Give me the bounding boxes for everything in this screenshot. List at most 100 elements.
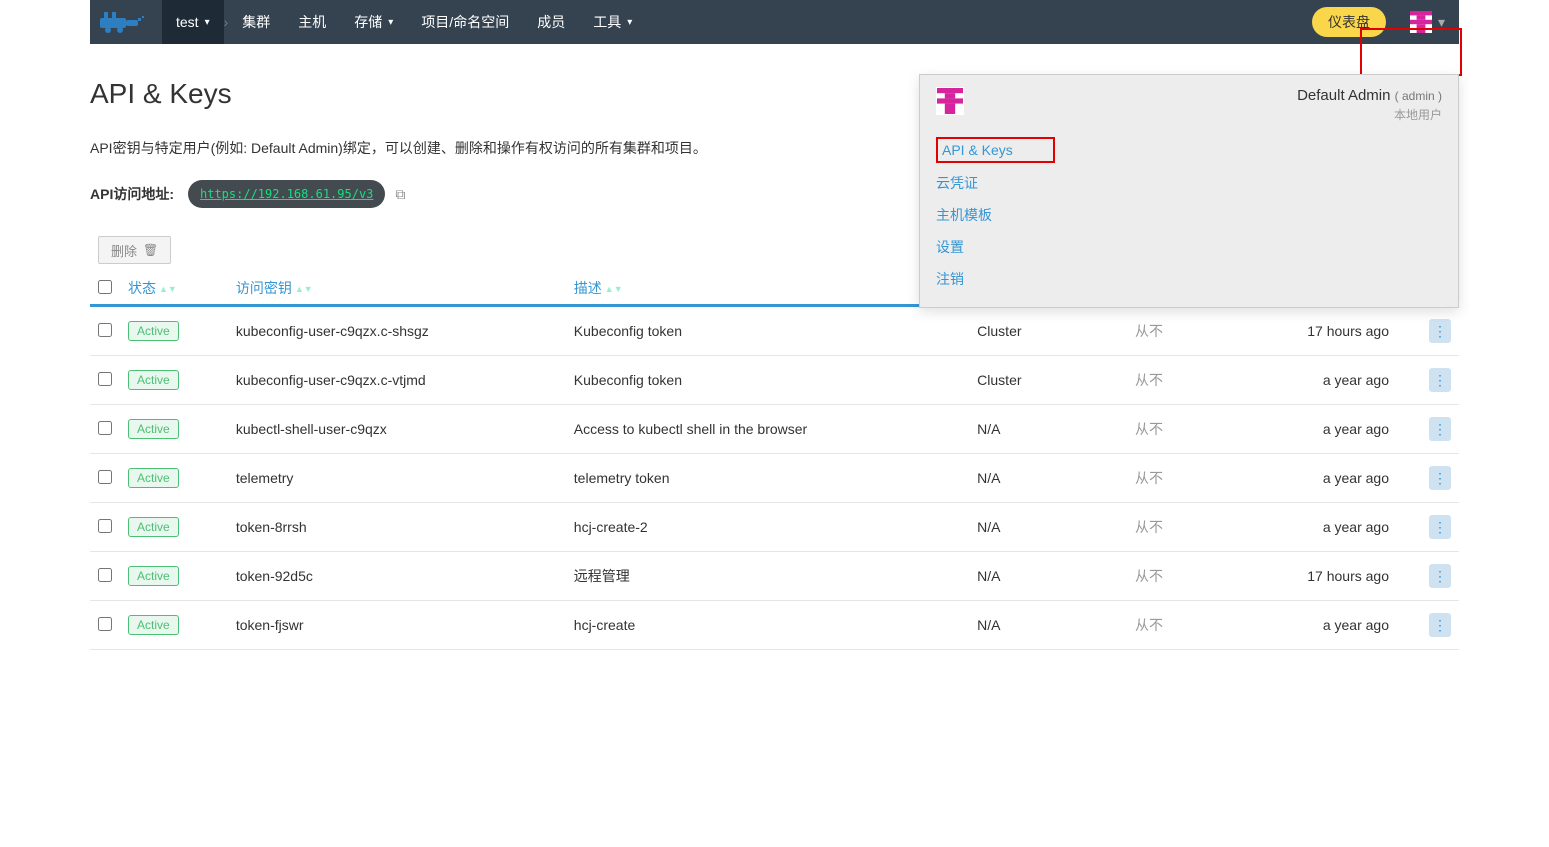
table-row: Activekubectl-shell-user-c9qzxAccess to … [90, 405, 1459, 454]
table-row: Activetoken-8rrshhcj-create-2N/A从不a year… [90, 503, 1459, 552]
table-row: Activetelemetrytelemetry tokenN/A从不a yea… [90, 454, 1459, 503]
chevron-down-icon: ▾ [205, 17, 210, 28]
dashboard-label: 仪表盘 [1328, 12, 1370, 32]
cell-created: a year ago [1224, 356, 1421, 405]
delete-label: 删除 [111, 241, 137, 260]
status-badge: Active [128, 419, 179, 439]
cell-description: telemetry token [566, 454, 969, 503]
row-checkbox[interactable] [98, 323, 112, 337]
row-actions-button[interactable]: ⋮ [1429, 613, 1451, 637]
cell-created: a year ago [1224, 503, 1421, 552]
nav-cluster[interactable]: 集群 [228, 0, 284, 44]
col-access-key[interactable]: 访问密钥▲▼ [228, 270, 566, 306]
delete-button[interactable]: 删除 🗑 [98, 236, 171, 264]
cell-access-key: telemetry [228, 454, 566, 503]
cell-expires: 从不 [1074, 306, 1224, 356]
cell-created: a year ago [1224, 454, 1421, 503]
row-checkbox[interactable] [98, 617, 112, 631]
row-checkbox[interactable] [98, 421, 112, 435]
user-dropdown: Default Admin ( admin ) 本地用户 API & Keys … [919, 74, 1459, 308]
nav-storage[interactable]: 存储 ▾ [340, 0, 407, 44]
status-badge: Active [128, 468, 179, 488]
menu-settings[interactable]: 设置 [936, 231, 1442, 263]
avatar [1410, 11, 1432, 33]
menu-cloud-credentials[interactable]: 云凭证 [936, 167, 1442, 199]
row-actions-button[interactable]: ⋮ [1429, 417, 1451, 441]
dashboard-button[interactable]: 仪表盘 [1312, 7, 1386, 37]
avatar-icon [1410, 11, 1432, 33]
top-nav: test▾ › 集群 主机 存储▾ 项目/命名空间 成员 工具▾ 仪表盘 ▾ [90, 0, 1459, 44]
row-checkbox[interactable] [98, 372, 112, 386]
user-type: 本地用户 [1297, 106, 1442, 123]
cell-created: a year ago [1224, 405, 1421, 454]
cell-description: Kubeconfig token [566, 306, 969, 356]
nav-host[interactable]: 主机 [284, 0, 340, 44]
status-badge: Active [128, 370, 179, 390]
status-badge: Active [128, 321, 179, 341]
dropdown-username: Default Admin ( admin ) [1297, 87, 1442, 104]
nav-host-label: 主机 [298, 12, 326, 32]
nav-cluster-selector[interactable]: test ▾ [162, 0, 224, 44]
nav-test-label: test [176, 14, 199, 30]
nav-members[interactable]: 成员 [523, 0, 579, 44]
api-url[interactable]: https://192.168.61.95/v3 [188, 180, 385, 208]
cell-description: hcj-create [566, 601, 969, 650]
row-actions-button[interactable]: ⋮ [1429, 564, 1451, 588]
table-row: Active kubeconfig-user-c9qzx.c-shsgzKubec… [90, 306, 1459, 356]
cell-expires: 从不 [1074, 356, 1224, 405]
table-row: Activetoken-92d5c远程管理N/A从不17 hours ago⋮ [90, 552, 1459, 601]
cell-scope: N/A [969, 601, 1074, 650]
cell-access-key: kubeconfig-user-c9qzx.c-shsgz [228, 306, 566, 356]
row-actions-button[interactable]: ⋮ [1429, 466, 1451, 490]
cell-scope: N/A [969, 454, 1074, 503]
cell-access-key: token-fjswr [228, 601, 566, 650]
sort-icon: ▲▼ [159, 286, 177, 292]
cell-expires: 从不 [1074, 552, 1224, 601]
nav-storage-label: 存储 [354, 12, 382, 32]
cell-expires: 从不 [1074, 601, 1224, 650]
row-actions-button[interactable]: ⋮ [1429, 515, 1451, 539]
dropdown-links: API & Keys 云凭证 主机模板 设置 注销 [920, 133, 1458, 307]
user-menu-toggle[interactable]: ▾ [1396, 0, 1459, 44]
copy-icon[interactable]: ⧉ [395, 186, 405, 203]
nav-project-namespace[interactable]: 项目/命名空间 [407, 0, 523, 44]
chevron-down-icon: ▾ [627, 17, 632, 28]
cell-description: Kubeconfig token [566, 356, 969, 405]
api-keys-table: 状态▲▼ 访问密钥▲▼ 描述▲▼ 范围▲▼ 过期时间▲▼ 创建时间▲▼ Acti… [90, 270, 1459, 650]
nav-tools[interactable]: 工具▾ [579, 0, 646, 44]
menu-node-templates[interactable]: 主机模板 [936, 199, 1442, 231]
status-badge: Active [128, 615, 179, 635]
col-access-key-label: 访问密钥 [236, 280, 292, 296]
col-description[interactable]: 描述▲▼ [566, 270, 969, 306]
cell-expires: 从不 [1074, 503, 1224, 552]
cell-description: hcj-create-2 [566, 503, 969, 552]
col-select-all [90, 270, 120, 306]
cell-description: 远程管理 [566, 552, 969, 601]
menu-logout[interactable]: 注销 [936, 263, 1442, 295]
api-address-label: API访问地址: [90, 184, 174, 204]
sort-icon: ▲▼ [295, 286, 313, 292]
col-status[interactable]: 状态▲▼ [120, 270, 228, 306]
select-all-checkbox[interactable] [98, 280, 112, 294]
row-actions-button[interactable]: ⋮ [1429, 368, 1451, 392]
menu-api-keys[interactable]: API & Keys [936, 137, 1055, 163]
user-login-name: ( admin ) [1395, 89, 1442, 103]
col-description-label: 描述 [574, 280, 602, 296]
dropdown-header: Default Admin ( admin ) 本地用户 [920, 75, 1458, 133]
status-badge: Active [128, 566, 179, 586]
cell-access-key: kubectl-shell-user-c9qzx [228, 405, 566, 454]
dropdown-avatar [936, 87, 964, 115]
chevron-down-icon: ▾ [388, 17, 393, 28]
row-actions-button[interactable]: ⋮ [1429, 319, 1451, 343]
row-checkbox[interactable] [98, 470, 112, 484]
trash-icon: 🗑 [143, 243, 158, 257]
logo[interactable] [90, 8, 162, 36]
col-status-label: 状态 [128, 280, 156, 296]
rancher-logo-icon [98, 8, 154, 36]
row-checkbox[interactable] [98, 568, 112, 582]
row-checkbox[interactable] [98, 519, 112, 533]
cell-scope: Cluster [969, 356, 1074, 405]
chevron-down-icon: ▾ [1438, 14, 1445, 31]
cell-access-key: token-92d5c [228, 552, 566, 601]
user-display-name: Default Admin [1297, 87, 1390, 104]
